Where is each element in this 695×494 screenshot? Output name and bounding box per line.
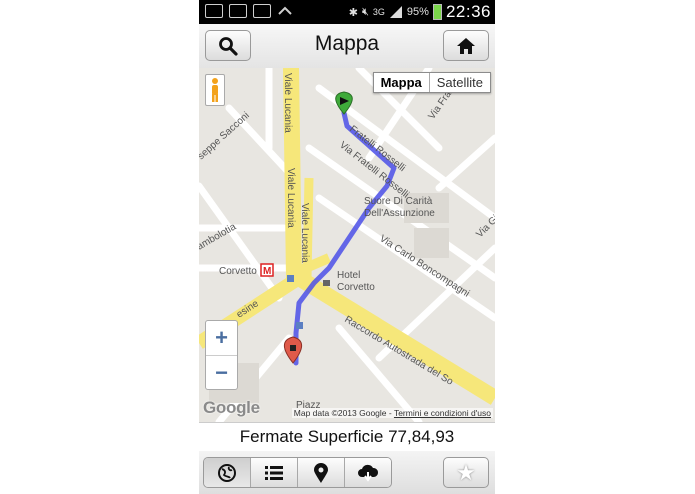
home-icon — [457, 37, 475, 54]
bluetooth-icon: ✱ — [348, 6, 358, 19]
phone-screen: ✱ 🔇︎ 3G 95% 22:36 Mappa Viale Lucania Vi… — [199, 0, 495, 494]
battery-percent: 95% — [406, 6, 429, 18]
street-label: Viale Lucania — [285, 168, 296, 228]
street-label: Viale Lucania — [282, 73, 293, 133]
battery-icon — [432, 4, 442, 20]
network-type: 3G — [372, 7, 385, 17]
pegman-icon — [212, 78, 218, 102]
map-canvas: Viale Lucania Viale Lucania Viale Lucani… — [199, 68, 495, 422]
stops-info: Fermate Superficie 77,84,93 — [199, 422, 495, 452]
email-icon — [253, 4, 271, 18]
zoom-control: + − — [205, 320, 238, 390]
cloud-download-icon — [358, 464, 379, 482]
map-view[interactable]: Viale Lucania Viale Lucania Viale Lucani… — [199, 68, 495, 422]
home-button[interactable] — [443, 30, 489, 61]
upload-icon — [277, 4, 295, 18]
globe-icon — [218, 463, 236, 482]
attribution-text: Map data ©2013 Google - — [293, 408, 392, 418]
poi-label: Suore Di Carità — [364, 196, 433, 207]
bus-stop-icon — [296, 322, 303, 329]
bottom-toolbar: ★ — [199, 451, 495, 494]
zoom-out-button[interactable]: − — [206, 356, 237, 390]
poi-label: Dell'Assunzione — [364, 208, 435, 219]
street-view-pegman[interactable] — [205, 74, 225, 106]
poi-label: Corvetto — [337, 282, 375, 293]
metro-label: M — [263, 266, 271, 277]
street-label: Viale Lucania — [299, 203, 310, 263]
bus-stop-icon — [287, 275, 294, 282]
map-type-satellite-button[interactable]: Satellite — [430, 73, 490, 92]
map-type-map-button[interactable]: Mappa — [374, 73, 430, 92]
signal-icon — [389, 6, 402, 18]
star-icon: ★ — [456, 459, 476, 485]
zoom-in-button[interactable]: + — [206, 321, 237, 356]
image-icon — [229, 4, 247, 18]
google-logo: Google — [203, 398, 260, 417]
location-pin-icon — [314, 462, 328, 483]
notification-icons — [205, 4, 295, 18]
map-attribution: Map data ©2013 Google - Termini e condiz… — [291, 408, 493, 418]
status-bar: ✱ 🔇︎ 3G 95% 22:36 — [199, 0, 495, 24]
place-label: Corvetto — [219, 266, 257, 277]
tab-cloud[interactable] — [345, 458, 391, 487]
terms-link[interactable]: Termini e condizioni d'uso — [394, 408, 491, 418]
title-bar: Mappa — [199, 24, 495, 69]
clock: 22:36 — [445, 2, 491, 21]
view-tabs — [203, 457, 392, 488]
mute-icon: 🔇︎ — [361, 5, 369, 18]
tab-list[interactable] — [251, 458, 298, 487]
map-type-control: Mappa Satellite — [372, 72, 491, 93]
tab-globe[interactable] — [204, 458, 251, 487]
status-right: ✱ 🔇︎ 3G 95% 22:36 — [349, 2, 491, 22]
tab-location[interactable] — [298, 458, 345, 487]
list-icon — [265, 465, 283, 480]
mail-icon — [205, 4, 223, 18]
hotel-icon — [323, 280, 330, 286]
poi-label: Hotel — [337, 270, 360, 281]
favorite-button[interactable]: ★ — [443, 457, 489, 488]
